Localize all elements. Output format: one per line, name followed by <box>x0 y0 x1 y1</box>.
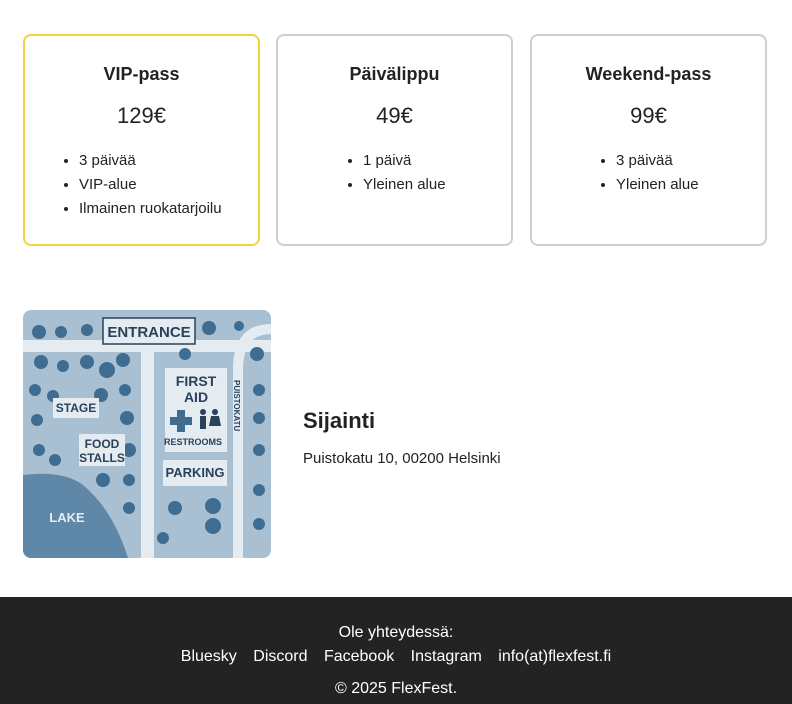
link-facebook[interactable]: Facebook <box>324 648 394 665</box>
ticket-card-weekend: Weekend-pass 99€ 3 päivää Yleinen alue <box>530 34 767 246</box>
feature-item: 3 päivää <box>616 149 699 173</box>
ticket-price: 129€ <box>117 103 166 128</box>
ticket-features: 3 päivää VIP-alue Ilmainen ruokatarjoilu <box>61 149 222 221</box>
feature-item: Ilmainen ruokatarjoilu <box>79 197 222 221</box>
festival-map: ENTRANCE FIRST AID RESTROOMS STAGE FOOD … <box>23 310 271 558</box>
ticket-card-day: Päivälippu 49€ 1 päivä Yleinen alue <box>276 34 513 246</box>
ticket-title: VIP-pass <box>103 64 180 84</box>
location-section: Sijainti Puistokatu 10, 00200 Helsinki <box>303 408 501 467</box>
map-food-label: FOOD <box>85 437 120 451</box>
social-links: Bluesky Discord Facebook Instagram info(… <box>0 648 792 666</box>
footer: Ole yhteydessä: Bluesky Discord Facebook… <box>0 597 792 704</box>
ticket-price: 99€ <box>630 103 667 128</box>
feature-item: VIP-alue <box>79 173 222 197</box>
map-stalls-label: STALLS <box>79 451 125 465</box>
festival-map-image: ENTRANCE FIRST AID RESTROOMS STAGE FOOD … <box>23 310 271 558</box>
map-entrance-label: ENTRANCE <box>107 324 190 341</box>
ticket-cards: VIP-pass 129€ 3 päivää VIP-alue Ilmainen… <box>23 34 767 246</box>
contact-label: Ole yhteydessä: <box>338 624 454 641</box>
link-email[interactable]: info(at)flexfest.fi <box>498 648 611 665</box>
link-instagram[interactable]: Instagram <box>411 648 482 665</box>
ticket-features: 3 päivää Yleinen alue <box>598 149 699 197</box>
feature-item: Yleinen alue <box>616 173 699 197</box>
ticket-features: 1 päivä Yleinen alue <box>345 149 446 197</box>
map-parking-label: PARKING <box>166 465 225 480</box>
feature-item: Yleinen alue <box>363 173 446 197</box>
map-stage-label: STAGE <box>56 401 96 415</box>
map-street-label: PUISTOKATU <box>232 380 241 431</box>
location-heading: Sijainti <box>303 408 376 433</box>
map-first-aid-label: FIRST <box>176 373 217 389</box>
ticket-title: Weekend-pass <box>585 64 712 84</box>
location-address: Puistokatu 10, 00200 Helsinki <box>303 450 501 467</box>
ticket-card-vip: VIP-pass 129€ 3 päivää VIP-alue Ilmainen… <box>23 34 260 246</box>
feature-item: 3 päivää <box>79 149 222 173</box>
map-restrooms-label: RESTROOMS <box>164 437 222 447</box>
map-lake-label: LAKE <box>49 510 85 525</box>
link-bluesky[interactable]: Bluesky <box>181 648 237 665</box>
ticket-price: 49€ <box>376 103 413 128</box>
map-first-aid-label-2: AID <box>184 389 208 405</box>
copyright: © 2025 FlexFest. <box>334 680 458 697</box>
feature-item: 1 päivä <box>363 149 446 173</box>
link-discord[interactable]: Discord <box>253 648 307 665</box>
ticket-title: Päivälippu <box>349 64 440 84</box>
